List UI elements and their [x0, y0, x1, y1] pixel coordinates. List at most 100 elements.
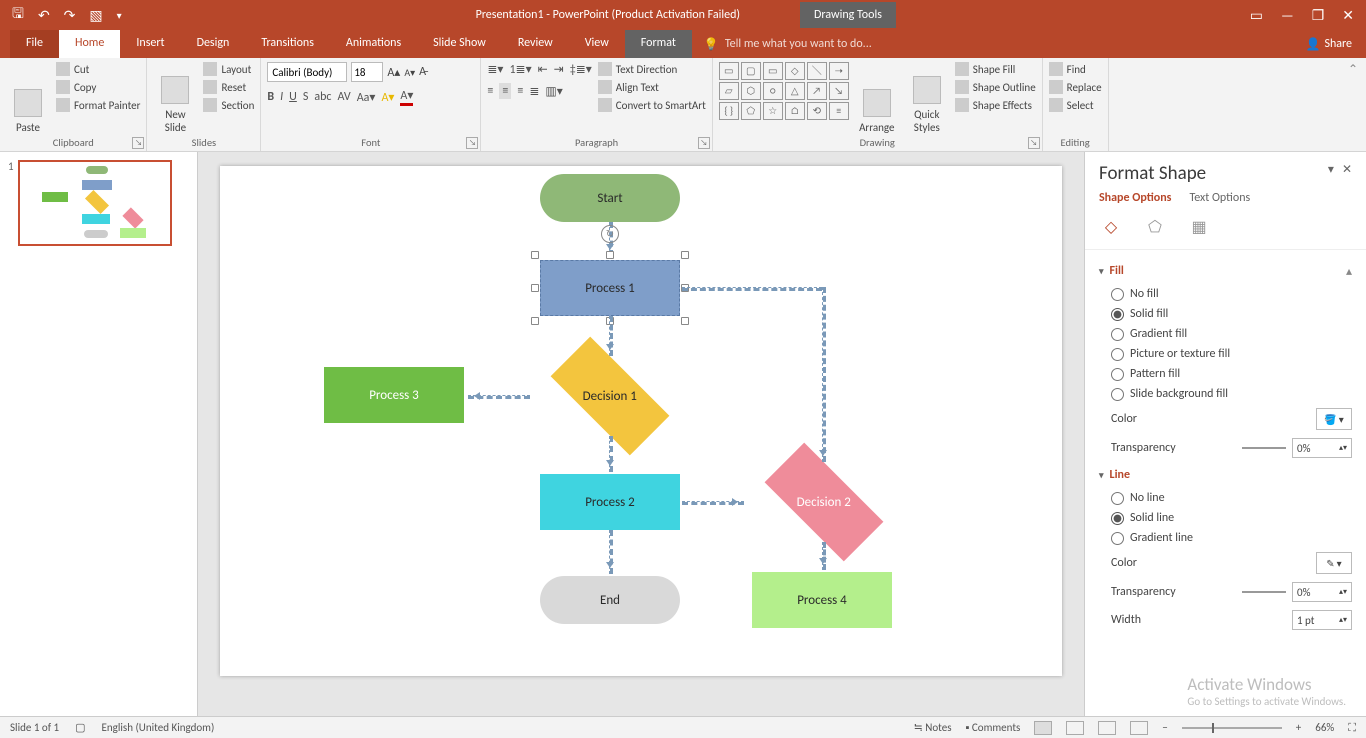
columns-button[interactable]: ▥▾ — [545, 84, 562, 99]
slideshow-view-button[interactable] — [1130, 721, 1148, 735]
radio-no-line[interactable]: No line — [1099, 488, 1352, 508]
connector[interactable] — [609, 316, 613, 356]
slide-canvas-area[interactable]: Start Process 1 ↻ Decision 1 — [198, 152, 1084, 716]
zoom-slider[interactable] — [1182, 727, 1282, 729]
pane-close-icon[interactable]: ✕ — [1342, 162, 1352, 177]
tab-animations[interactable]: Animations — [330, 30, 417, 58]
connector[interactable] — [609, 222, 613, 256]
indent-dec-button[interactable]: ⇤ — [538, 62, 548, 77]
font-launcher[interactable]: ↘ — [466, 137, 478, 149]
connector[interactable] — [609, 436, 613, 472]
fill-transparency-slider[interactable] — [1242, 447, 1286, 449]
align-center-button[interactable]: ≡ — [499, 83, 511, 99]
shrink-font-icon[interactable]: A▾ — [404, 66, 415, 79]
radio-no-fill[interactable]: No fill — [1099, 284, 1352, 304]
grow-font-icon[interactable]: A▴ — [387, 65, 400, 80]
layout-button[interactable]: Layout — [203, 62, 254, 76]
shape-process-4[interactable]: Process 4 — [752, 572, 892, 628]
notes-button[interactable]: ≒ Notes — [914, 721, 952, 734]
tab-home[interactable]: Home — [59, 30, 120, 58]
line-transparency-input[interactable]: 0%▴▾ — [1292, 582, 1352, 602]
connector[interactable] — [609, 530, 613, 574]
pane-tab-shape-options[interactable]: Shape Options — [1099, 191, 1171, 205]
italic-button[interactable]: I — [280, 90, 283, 104]
radio-solid-fill[interactable]: Solid fill — [1099, 304, 1352, 324]
pane-tab-text-options[interactable]: Text Options — [1189, 191, 1250, 205]
status-language[interactable]: English (United Kingdom) — [102, 721, 215, 734]
pane-menu-icon[interactable]: ▾ — [1328, 162, 1334, 177]
radio-solid-line[interactable]: Solid line — [1099, 508, 1352, 528]
qat-more-icon[interactable]: ▾ — [117, 9, 122, 22]
collapse-ribbon-icon[interactable]: ⌃ — [1348, 62, 1358, 77]
slide[interactable]: Start Process 1 ↻ Decision 1 — [220, 166, 1062, 676]
zoom-level[interactable]: 66% — [1315, 721, 1334, 734]
case-button[interactable]: Aa▾ — [357, 90, 376, 105]
clear-format-icon[interactable]: A̶ — [419, 65, 426, 79]
fill-line-icon[interactable]: ◇ — [1099, 215, 1123, 239]
new-slide-button[interactable]: New Slide — [153, 62, 197, 134]
thumbnail-slide-1[interactable] — [18, 160, 172, 246]
reset-button[interactable]: Reset — [203, 80, 254, 94]
share-button[interactable]: 👤Share — [1291, 30, 1366, 58]
bullets-button[interactable]: ≣▾ — [487, 62, 503, 77]
numbering-button[interactable]: 1≣▾ — [509, 62, 531, 77]
ribbon-options-icon[interactable]: ▭ — [1250, 7, 1263, 24]
tab-format[interactable]: Format — [625, 30, 692, 58]
size-props-icon[interactable]: ▦ — [1187, 215, 1211, 239]
zoom-in-button[interactable]: + — [1296, 721, 1301, 734]
shape-outline-button[interactable]: Shape Outline — [955, 80, 1036, 94]
shadow-button[interactable]: S — [303, 90, 309, 104]
tab-slideshow[interactable]: Slide Show — [417, 30, 502, 58]
shape-process-2[interactable]: Process 2 — [540, 474, 680, 530]
section-fill[interactable]: Fill — [1099, 258, 1352, 284]
shape-process-3[interactable]: Process 3 — [324, 367, 464, 423]
save-icon[interactable]: 🖫 — [12, 3, 24, 27]
underline-button[interactable]: U — [289, 90, 297, 104]
tab-insert[interactable]: Insert — [120, 30, 180, 58]
bold-button[interactable]: B — [267, 90, 274, 104]
fill-transparency-input[interactable]: 0%▴▾ — [1292, 438, 1352, 458]
copy-button[interactable]: Copy — [56, 80, 140, 94]
section-line[interactable]: Line — [1099, 462, 1352, 488]
spacing-button[interactable]: AV — [337, 90, 350, 104]
font-color-button[interactable]: A▾ — [400, 88, 413, 106]
connector[interactable] — [682, 287, 822, 291]
format-painter-button[interactable]: Format Painter — [56, 98, 140, 112]
tab-file[interactable]: File — [10, 30, 59, 58]
shape-end[interactable]: End — [540, 576, 680, 624]
select-button[interactable]: Select — [1049, 98, 1102, 112]
comments-button[interactable]: ▪ Comments — [966, 721, 1021, 734]
radio-gradient-line[interactable]: Gradient line — [1099, 528, 1352, 548]
paste-button[interactable]: Paste — [6, 62, 50, 134]
indent-inc-button[interactable]: ⇥ — [554, 62, 564, 77]
tab-transitions[interactable]: Transitions — [245, 30, 330, 58]
connector[interactable] — [682, 501, 744, 505]
close-icon[interactable]: ✕ — [1342, 7, 1354, 24]
spell-check-icon[interactable]: ▢ — [75, 721, 85, 734]
sorter-view-button[interactable] — [1066, 721, 1084, 735]
clipboard-launcher[interactable]: ↘ — [132, 137, 144, 149]
convert-smartart-button[interactable]: Convert to SmartArt — [598, 98, 706, 112]
text-direction-button[interactable]: Text Direction — [598, 62, 706, 76]
line-spacing-button[interactable]: ‡≣▾ — [570, 62, 592, 77]
tab-review[interactable]: Review — [502, 30, 569, 58]
status-slide[interactable]: Slide 1 of 1 — [10, 721, 59, 734]
connector[interactable] — [822, 287, 826, 462]
section-button[interactable]: Section — [203, 98, 254, 112]
tab-design[interactable]: Design — [181, 30, 246, 58]
undo-icon[interactable]: ↶ — [38, 7, 50, 24]
redo-icon[interactable]: ↷ — [64, 7, 76, 24]
shape-process-1[interactable]: Process 1 ↻ — [540, 260, 680, 316]
shapes-gallery[interactable]: ▭▢▭◇＼➝ ▱⬡○△↗↘ { }⬠☆⌂⟲≡ — [719, 62, 849, 134]
align-right-button[interactable]: ≡ — [517, 84, 523, 98]
start-from-beginning-icon[interactable]: ▧ — [89, 7, 102, 24]
line-color-dropdown[interactable]: ✎▾ — [1316, 552, 1352, 574]
section-fill-collapse-icon[interactable]: ▴ — [1346, 265, 1352, 279]
reading-view-button[interactable] — [1098, 721, 1116, 735]
radio-pattern-fill[interactable]: Pattern fill — [1099, 364, 1352, 384]
shape-start[interactable]: Start — [540, 174, 680, 222]
radio-gradient-fill[interactable]: Gradient fill — [1099, 324, 1352, 344]
font-name-input[interactable] — [267, 62, 347, 82]
fit-to-window-button[interactable]: ⛶ — [1348, 721, 1356, 735]
strike-button[interactable]: abc — [314, 90, 331, 104]
